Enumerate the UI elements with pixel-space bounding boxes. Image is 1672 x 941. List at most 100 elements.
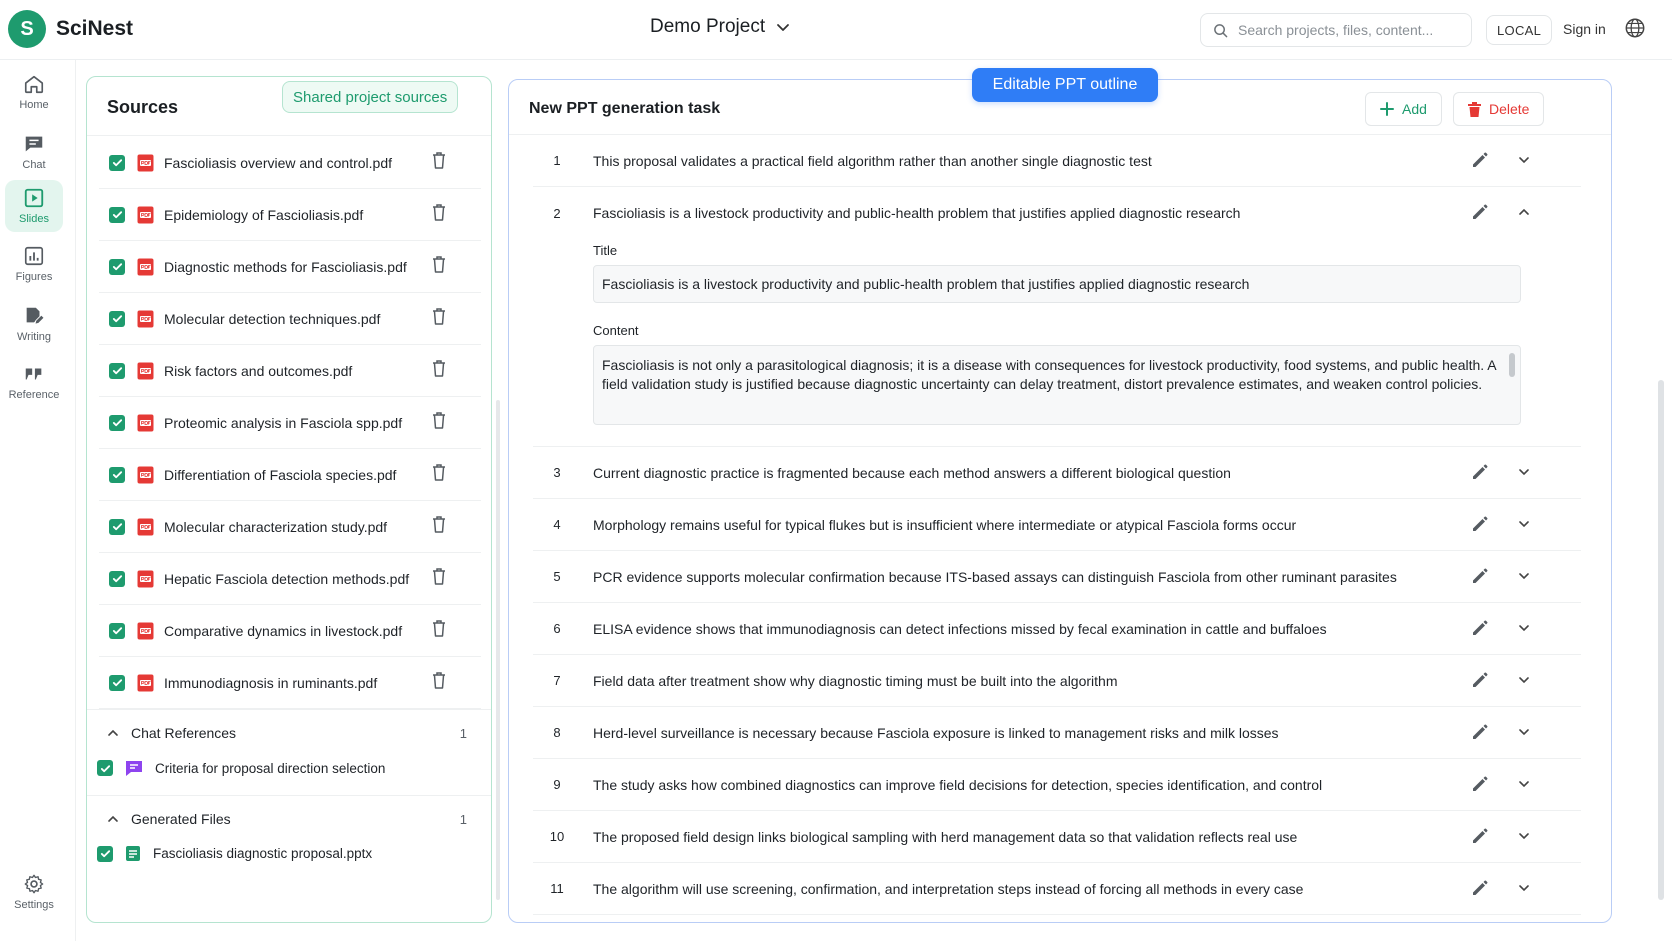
textarea-scrollbar[interactable] [1509, 353, 1515, 377]
sources-scrollbar[interactable] [496, 400, 500, 900]
chat-references-toggle[interactable]: Chat References 1 [107, 725, 467, 741]
pencil-icon[interactable] [1471, 827, 1489, 845]
top-bar: S SciNest Demo Project LOCAL Sign in [0, 0, 1672, 60]
chevron-down-icon[interactable] [1517, 621, 1531, 635]
chevron-down-icon[interactable] [1517, 881, 1531, 895]
chevron-down-icon[interactable] [1517, 517, 1531, 531]
source-checkbox[interactable] [109, 518, 125, 535]
delete-button[interactable]: Delete [1453, 92, 1545, 126]
source-file-item[interactable]: Proteomic analysis in Fasciola spp.pdf [99, 397, 481, 449]
source-checkbox[interactable] [109, 674, 125, 691]
pencil-icon[interactable] [1471, 619, 1489, 637]
chevron-down-icon[interactable] [1517, 725, 1531, 739]
outline-row[interactable]: 1 This proposal validates a practical fie… [533, 135, 1581, 187]
globe-icon[interactable] [1624, 17, 1646, 39]
source-checkbox[interactable] [109, 622, 125, 639]
writing-icon [26, 307, 45, 325]
outline-row[interactable]: 5 PCR evidence supports molecular confirm… [533, 551, 1581, 603]
pencil-icon[interactable] [1471, 515, 1489, 533]
page-scrollbar[interactable] [1658, 380, 1664, 900]
sign-in-link[interactable]: Sign in [1563, 21, 1606, 37]
chevron-down-icon[interactable] [1517, 465, 1531, 479]
outline-row[interactable]: 8 Herd-level surveillance is necessary be… [533, 707, 1581, 759]
slide-title-input[interactable] [593, 265, 1521, 303]
source-file-name: Fascioliasis overview and control.pdf [164, 154, 392, 171]
pencil-icon[interactable] [1471, 671, 1489, 689]
outline-row[interactable]: 11 The algorithm will use screening, conf… [533, 863, 1581, 915]
search-input[interactable] [1238, 22, 1458, 38]
source-file-item[interactable]: Hepatic Fasciola detection methods.pdf [99, 553, 481, 605]
search-box[interactable] [1200, 13, 1472, 47]
source-file-item[interactable]: Molecular detection techniques.pdf [99, 293, 481, 345]
trash-icon[interactable] [432, 204, 446, 221]
pencil-icon[interactable] [1471, 203, 1489, 221]
source-checkbox[interactable] [109, 206, 125, 223]
source-checkbox[interactable] [109, 466, 125, 483]
generated-file-item[interactable]: Fascioliasis diagnostic proposal.pptx [97, 845, 372, 862]
outline-row[interactable]: 3 Current diagnostic practice is fragment… [533, 447, 1581, 499]
trash-icon[interactable] [432, 568, 446, 585]
chat-reference-item[interactable]: Criteria for proposal direction selectio… [97, 760, 385, 776]
chevron-down-icon[interactable] [1517, 673, 1531, 687]
source-checkbox[interactable] [109, 570, 125, 587]
trash-icon[interactable] [432, 516, 446, 533]
outline-row[interactable]: 6 ELISA evidence shows that immunodiagnos… [533, 603, 1581, 655]
shared-sources-badge: Shared project sources [282, 81, 459, 113]
source-checkbox[interactable] [109, 310, 125, 327]
outline-row[interactable]: 9 The study asks how combined diagnostics… [533, 759, 1581, 811]
generated-file-checkbox[interactable] [97, 845, 113, 862]
trash-icon[interactable] [432, 464, 446, 481]
trash-icon[interactable] [432, 672, 446, 689]
outline-row[interactable]: 10 The proposed field design links biolog… [533, 811, 1581, 863]
trash-icon[interactable] [432, 412, 446, 429]
trash-icon[interactable] [432, 620, 446, 637]
source-checkbox[interactable] [109, 258, 125, 275]
add-button[interactable]: Add [1365, 92, 1442, 126]
chevron-down-icon[interactable] [1517, 777, 1531, 791]
generated-files-toggle[interactable]: Generated Files 1 [107, 811, 467, 827]
mode-badge[interactable]: LOCAL [1486, 15, 1553, 45]
nav-item-settings[interactable]: Settings [5, 866, 63, 918]
source-checkbox[interactable] [109, 362, 125, 379]
pencil-icon[interactable] [1471, 723, 1489, 741]
nav-item-chat[interactable]: Chat [5, 126, 63, 178]
source-file-item[interactable]: Differentiation of Fasciola species.pdf [99, 449, 481, 501]
row-title: Current diagnostic practice is fragmente… [593, 464, 1231, 481]
source-file-item[interactable]: Epidemiology of Fascioliasis.pdf [99, 189, 481, 241]
trash-icon[interactable] [432, 308, 446, 325]
source-checkbox[interactable] [109, 154, 125, 171]
chevron-down-icon[interactable] [1517, 569, 1531, 583]
pencil-icon[interactable] [1471, 567, 1489, 585]
outline-row[interactable]: 7 Field data after treatment show why dia… [533, 655, 1581, 707]
pencil-icon[interactable] [1471, 463, 1489, 481]
outline-row[interactable]: 2 Fascioliasis is a livestock productivit… [533, 187, 1581, 447]
source-file-item[interactable]: Comparative dynamics in livestock.pdf [99, 605, 481, 657]
pencil-icon[interactable] [1471, 151, 1489, 169]
nav-item-slides[interactable]: Slides [5, 180, 63, 232]
trash-icon[interactable] [432, 360, 446, 377]
nav-item-home[interactable]: Home [5, 66, 63, 118]
nav-item-figures[interactable]: Figures [5, 238, 63, 290]
chevron-down-icon[interactable] [1517, 153, 1531, 167]
chevron-up-icon[interactable] [1517, 205, 1531, 219]
pencil-icon[interactable] [1471, 775, 1489, 793]
trash-icon[interactable] [432, 256, 446, 273]
source-file-item[interactable]: Immunodiagnosis in ruminants.pdf [99, 657, 481, 709]
source-file-item[interactable]: Diagnostic methods for Fascioliasis.pdf [99, 241, 481, 293]
pencil-icon[interactable] [1471, 879, 1489, 897]
slide-content-textarea[interactable]: Fascioliasis is not only a parasitologic… [593, 345, 1521, 425]
trash-icon[interactable] [432, 152, 446, 169]
nav-item-writing[interactable]: Writing [5, 298, 63, 350]
source-file-item[interactable]: Molecular characterization study.pdf [99, 501, 481, 553]
reference-checkbox[interactable] [97, 760, 113, 776]
source-file-item[interactable]: Risk factors and outcomes.pdf [99, 345, 481, 397]
outline-row[interactable]: 4 Morphology remains useful for typical f… [533, 499, 1581, 551]
chevron-down-icon[interactable] [1517, 829, 1531, 843]
app-logo[interactable]: S SciNest [8, 10, 133, 48]
check-icon [112, 575, 122, 583]
source-checkbox[interactable] [109, 414, 125, 431]
project-switcher[interactable]: Demo Project [650, 16, 791, 38]
nav-item-reference[interactable]: Reference [5, 356, 63, 408]
source-file-item[interactable]: Fascioliasis overview and control.pdf [99, 137, 481, 189]
source-file-name: Proteomic analysis in Fasciola spp.pdf [164, 414, 403, 431]
